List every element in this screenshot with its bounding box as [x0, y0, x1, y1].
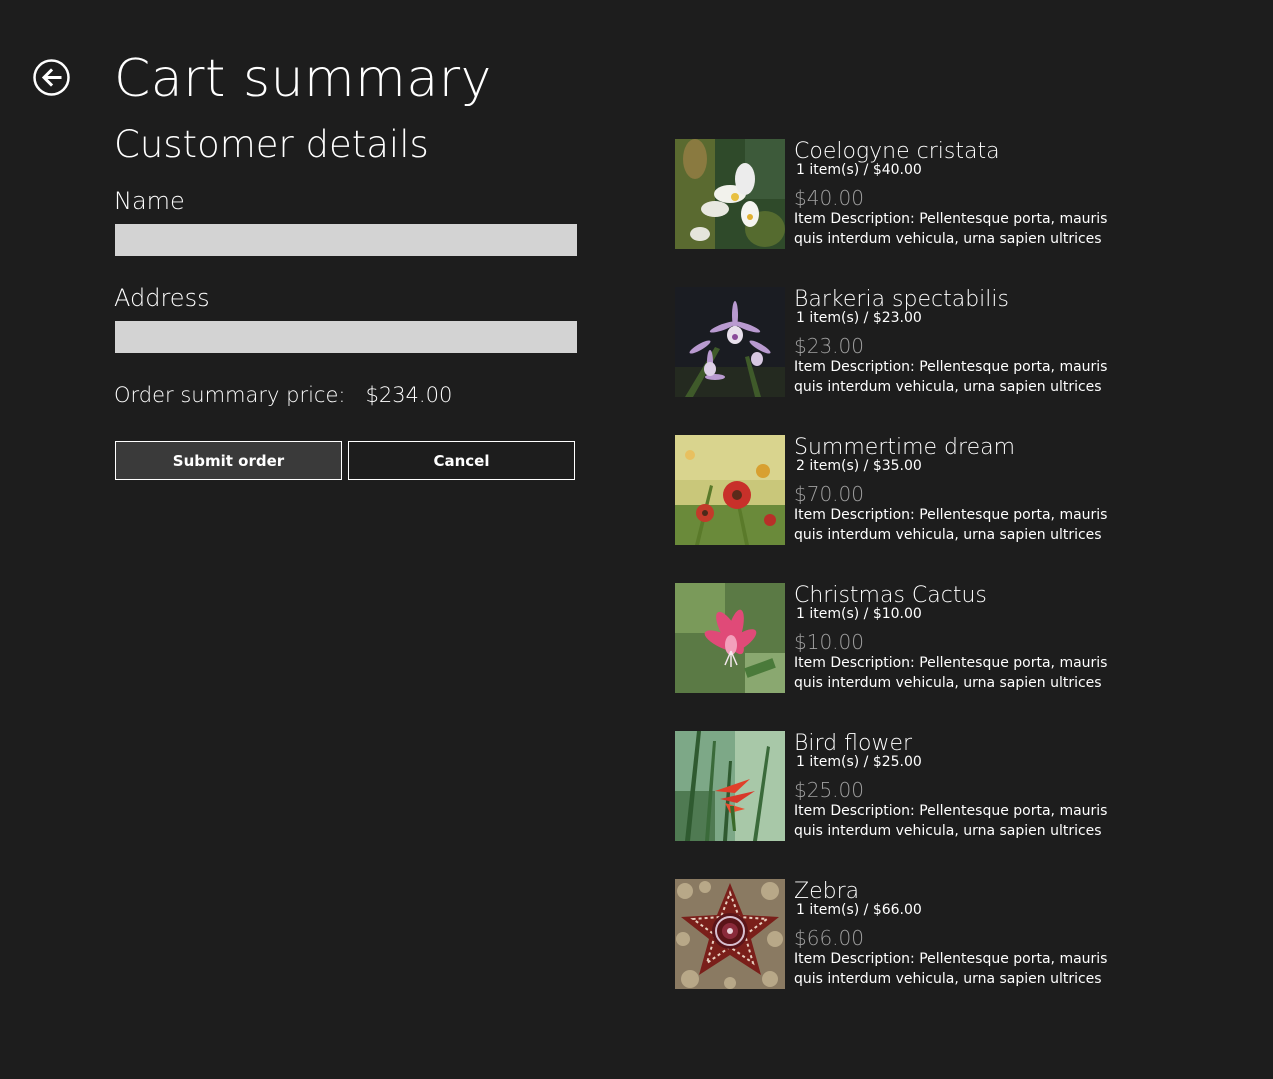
item-description: Item Description: Pellentesque porta, ma…: [794, 211, 1108, 247]
submit-order-button[interactable]: Submit order: [115, 441, 342, 480]
item-total: $40.00: [794, 186, 864, 210]
name-input[interactable]: [115, 224, 577, 256]
item-description: Item Description: Pellentesque porta, ma…: [794, 359, 1108, 395]
item-total: $23.00: [794, 334, 864, 358]
cart-item[interactable]: Summertime dream 2 item(s) / $35.00 $70.…: [675, 435, 1235, 545]
item-description: Item Description: Pellentesque porta, ma…: [794, 951, 1108, 987]
order-summary-label: Order summary price:: [114, 383, 346, 407]
item-total: $70.00: [794, 482, 864, 506]
customer-details-heading: Customer details: [114, 123, 429, 166]
item-quantity: 1 item(s) / $25.00: [796, 754, 922, 770]
item-description: Item Description: Pellentesque porta, ma…: [794, 803, 1108, 839]
striped-star-flower-image: [675, 879, 785, 989]
item-description: Item Description: Pellentesque porta, ma…: [794, 655, 1108, 691]
item-quantity: 1 item(s) / $23.00: [796, 310, 922, 326]
order-summary-price: $234.00: [365, 383, 453, 407]
item-total: $25.00: [794, 778, 864, 802]
cancel-button[interactable]: Cancel: [348, 441, 575, 480]
purple-orchid-image: [675, 287, 785, 397]
cart-item[interactable]: Barkeria spectabilis 1 item(s) / $23.00 …: [675, 287, 1235, 397]
address-input[interactable]: [115, 321, 577, 353]
order-summary: Order summary price: $234.00: [114, 381, 452, 409]
name-label: Name: [114, 187, 185, 215]
cart-item[interactable]: Christmas Cactus 1 item(s) / $10.00 $10.…: [675, 583, 1235, 693]
address-label: Address: [114, 284, 210, 312]
cart-item[interactable]: Bird flower 1 item(s) / $25.00 $25.00 It…: [675, 731, 1235, 841]
item-quantity: 1 item(s) / $66.00: [796, 902, 922, 918]
item-quantity: 2 item(s) / $35.00: [796, 458, 922, 474]
cart-item[interactable]: Zebra 1 item(s) / $66.00 $66.00 Item Des…: [675, 879, 1235, 989]
item-quantity: 1 item(s) / $10.00: [796, 606, 922, 622]
bird-of-paradise-image: [675, 731, 785, 841]
red-daisy-image: [675, 435, 785, 545]
back-button[interactable]: [33, 59, 70, 96]
white-orchid-image: [675, 139, 785, 249]
item-quantity: 1 item(s) / $40.00: [796, 162, 922, 178]
pink-cactus-flower-image: [675, 583, 785, 693]
item-description: Item Description: Pellentesque porta, ma…: [794, 507, 1108, 543]
cart-item[interactable]: Coelogyne cristata 1 item(s) / $40.00 $4…: [675, 139, 1235, 249]
page-title: Cart summary: [114, 49, 492, 109]
item-total: $10.00: [794, 630, 864, 654]
back-arrow-icon: [33, 59, 70, 96]
item-total: $66.00: [794, 926, 864, 950]
cart-summary-page: Cart summary Customer details Name Addre…: [0, 0, 1273, 1079]
